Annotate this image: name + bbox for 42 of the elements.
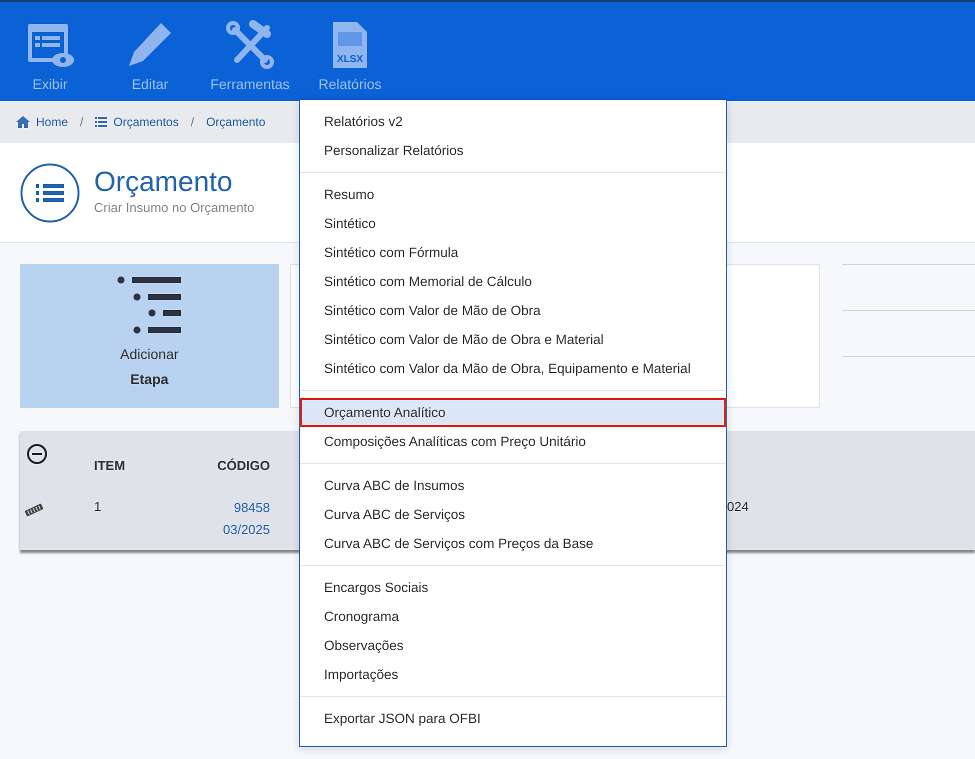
- list-icon: [95, 117, 108, 127]
- menu-item[interactable]: Personalizar Relatórios: [300, 136, 726, 165]
- menu-item[interactable]: Resumo: [300, 180, 726, 209]
- numbered-list-icon: [20, 162, 80, 222]
- indented-list-icon: [117, 276, 182, 336]
- menu-item[interactable]: Sintético com Fórmula: [300, 238, 726, 267]
- page-subtitle: Criar Insumo no Orçamento: [94, 199, 254, 218]
- menu-item[interactable]: Observações: [300, 631, 726, 660]
- collapse-icon[interactable]: [26, 443, 48, 465]
- item-number: 1: [94, 498, 102, 516]
- menu-item[interactable]: Cronograma: [300, 602, 726, 631]
- menu-item[interactable]: Sintético com Valor da Mão de Obra, Equipamento e Material: [300, 354, 726, 383]
- menu-item[interactable]: Orçamento Analítico: [300, 398, 726, 427]
- menu-item[interactable]: Curva ABC de Serviços: [300, 500, 726, 529]
- menu-item[interactable]: Sintético: [300, 209, 726, 238]
- breadcrumb-link[interactable]: Orçamento: [206, 113, 266, 131]
- menu-item[interactable]: Curva ABC de Serviços com Preços da Base: [300, 529, 726, 558]
- column-header: ITEM: [94, 457, 126, 475]
- menu-item[interactable]: Sintético com Memorial de Cálculo: [300, 267, 726, 296]
- menu-item[interactable]: Importações: [300, 660, 726, 689]
- table-cell-text: 024: [727, 498, 749, 516]
- menu-item[interactable]: Sintético com Valor de Mão de Obra e Material: [300, 325, 726, 354]
- menu-item[interactable]: Relatórios v2: [300, 107, 726, 136]
- add-stage-button[interactable]: Adicionar Etapa: [20, 264, 279, 408]
- tools-icon: [226, 20, 274, 69]
- breadcrumb-link[interactable]: Home: [16, 113, 68, 131]
- pencil-icon: [129, 23, 171, 66]
- menu-item[interactable]: Curva ABC de Insumos: [300, 471, 726, 500]
- spreadsheet-file-icon: XLSX: [333, 22, 367, 68]
- breadcrumb-link[interactable]: Orçamentos: [95, 113, 179, 131]
- page-title: Orçamento: [94, 167, 234, 198]
- date-link[interactable]: 03/2025: [174, 518, 270, 540]
- menu-item[interactable]: Sintético com Valor de Mão de Obra: [300, 296, 726, 325]
- code-link[interactable]: 98458: [174, 496, 270, 518]
- column-header: CÓDIGO: [216, 457, 270, 475]
- breadcrumb-separator: /: [190, 114, 194, 131]
- breadcrumb-separator: /: [80, 114, 84, 131]
- menu-item[interactable]: Exportar JSON para OFBI: [300, 704, 726, 733]
- menu-item[interactable]: Encargos Sociais: [300, 573, 726, 602]
- view-icon: [28, 24, 74, 67]
- home-icon: [16, 116, 30, 128]
- menu-item[interactable]: Composições Analíticas com Preço Unitário: [300, 427, 726, 456]
